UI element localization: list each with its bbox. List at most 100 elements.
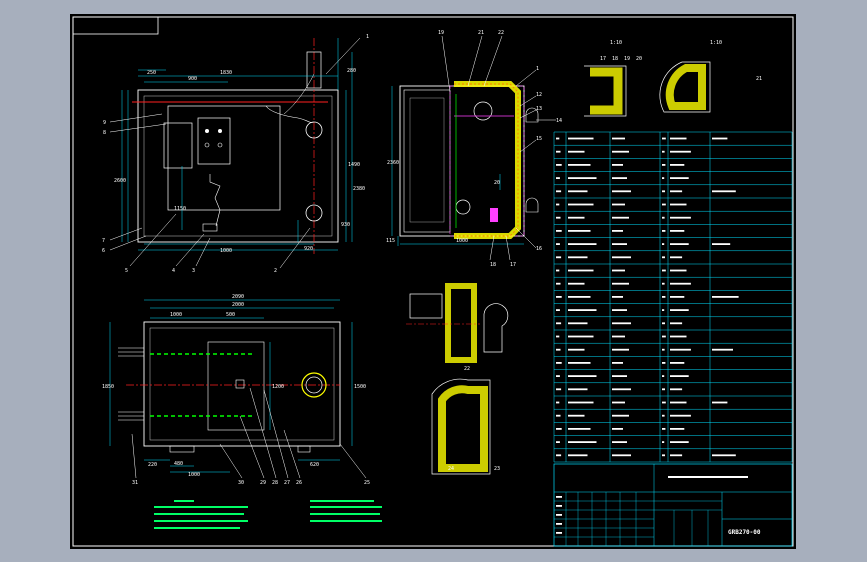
balloon-front-5: 5 [125, 268, 128, 274]
dim-plan-inner-b: 500 [226, 312, 235, 318]
table-cell-mark [662, 401, 666, 404]
table-cell-mark [612, 454, 631, 457]
table-cell-mark [670, 230, 685, 232]
table-cell-mark [556, 216, 561, 219]
table-cell-mark [670, 137, 687, 140]
table-cell-mark [568, 362, 591, 364]
switch-knob-2 [217, 142, 223, 148]
table-cell-mark [612, 269, 625, 272]
table-cell-mark [556, 428, 562, 430]
table-cell-mark [670, 164, 685, 166]
title-cell-mark [556, 532, 562, 534]
table-cell-mark [662, 414, 665, 417]
table-cell-mark [568, 296, 591, 298]
balloon-front-4: 6 [102, 248, 105, 254]
table-cell-mark [670, 362, 685, 364]
table-cell-mark [556, 309, 560, 311]
table-cell-mark [670, 203, 687, 206]
table-cell-mark [568, 428, 591, 430]
indicator-lamp [205, 129, 209, 133]
table-cell-mark [568, 454, 588, 457]
dim-side-lower: 20 [494, 180, 500, 186]
table-cell-mark [670, 190, 683, 193]
dim-plan-top-b: 2000 [232, 302, 244, 308]
table-cell-mark [568, 230, 591, 232]
plan-leader-lines [131, 387, 367, 479]
balloon-side-4: 1 [536, 66, 539, 72]
table-cell-mark [662, 150, 665, 153]
table-cell-mark [556, 150, 561, 153]
title-block: GRB270-00 [553, 463, 793, 547]
table-cell-mark [662, 203, 666, 206]
table-cell-mark [556, 414, 561, 417]
table-cell-mark [712, 243, 731, 245]
side-fan-upper [473, 101, 493, 121]
table-cell-mark [670, 296, 685, 298]
table-cell-mark [568, 164, 591, 166]
plan-caster-left [169, 445, 195, 453]
table-cell-mark [670, 282, 691, 285]
title-product-name [668, 476, 748, 478]
table-cell-mark [556, 269, 560, 272]
detail-b-scale: 1:10 [710, 40, 722, 46]
table-cell-mark [568, 269, 594, 272]
dim-plan-bottom-a: 220 [148, 462, 157, 468]
technical-notes [154, 500, 382, 529]
title-cell-mark [556, 523, 562, 525]
balloon-plan-3: 29 [260, 480, 266, 486]
side-heater-element [490, 208, 498, 222]
dim-front-left-b: 1150 [174, 206, 186, 212]
table-cell-mark [662, 322, 665, 325]
balloon-detail-3: 19 [624, 56, 630, 62]
dim-front-top-a: 250 [147, 70, 156, 76]
balloon-front-3: 7 [102, 238, 105, 244]
front-view: 250 900 1830 280 1490 2380 2600 1150 100… [102, 34, 369, 274]
dim-front-left-a: 2600 [114, 178, 126, 184]
dim-front-top-b: 900 [188, 76, 197, 82]
front-dimension-lines [121, 38, 353, 251]
dim-side-bottom: 1000 [456, 238, 468, 244]
table-cell-mark [670, 335, 687, 338]
balloon-plan-7: 25 [364, 480, 370, 486]
table-cell-mark [662, 137, 666, 140]
balloon-front-6: 4 [172, 268, 175, 274]
table-cell-mark [556, 230, 562, 232]
table-cell-mark [662, 441, 665, 443]
detail-b-insulation [665, 64, 706, 110]
table-cell-mark [662, 269, 666, 272]
table-cell-mark [612, 203, 625, 206]
title-cell-mark [556, 496, 562, 498]
table-cell-mark [612, 296, 623, 298]
table-cell-mark [568, 282, 585, 285]
title-cell-mark [556, 514, 562, 516]
table-cell-mark [612, 348, 629, 351]
table-cell-mark [670, 256, 683, 259]
table-cell-mark [670, 269, 687, 272]
dim-plan-inner-v: 1200 [272, 384, 284, 390]
table-cell-mark [712, 401, 728, 404]
table-cell-mark [568, 216, 585, 219]
table-cell-mark [712, 348, 733, 351]
table-cell-mark [556, 190, 562, 193]
detail-c-blower [483, 303, 509, 353]
table-cell-mark [556, 256, 562, 259]
balloon-detail-4: 20 [636, 56, 642, 62]
indicator-lamp-2 [218, 129, 222, 133]
table-cell-mark [556, 401, 560, 404]
control-box-right [197, 117, 231, 165]
table-cell-mark [568, 190, 588, 193]
table-cell-mark [612, 216, 629, 219]
title-cell-mark [556, 505, 562, 507]
table-cell-mark [556, 454, 562, 457]
balloon-side-10: 17 [510, 262, 516, 268]
table-cell-mark [612, 282, 629, 285]
table-cell-mark [612, 256, 631, 259]
dim-front-top-c: 1830 [220, 70, 232, 76]
table-cell-mark [670, 454, 683, 457]
table-cell-mark [670, 322, 683, 325]
dim-plan-right: 1500 [354, 384, 366, 390]
balloon-side-9: 16 [536, 246, 542, 252]
table-cell-mark [662, 348, 665, 351]
plan-outline [143, 321, 341, 447]
table-cell-mark [670, 348, 691, 351]
